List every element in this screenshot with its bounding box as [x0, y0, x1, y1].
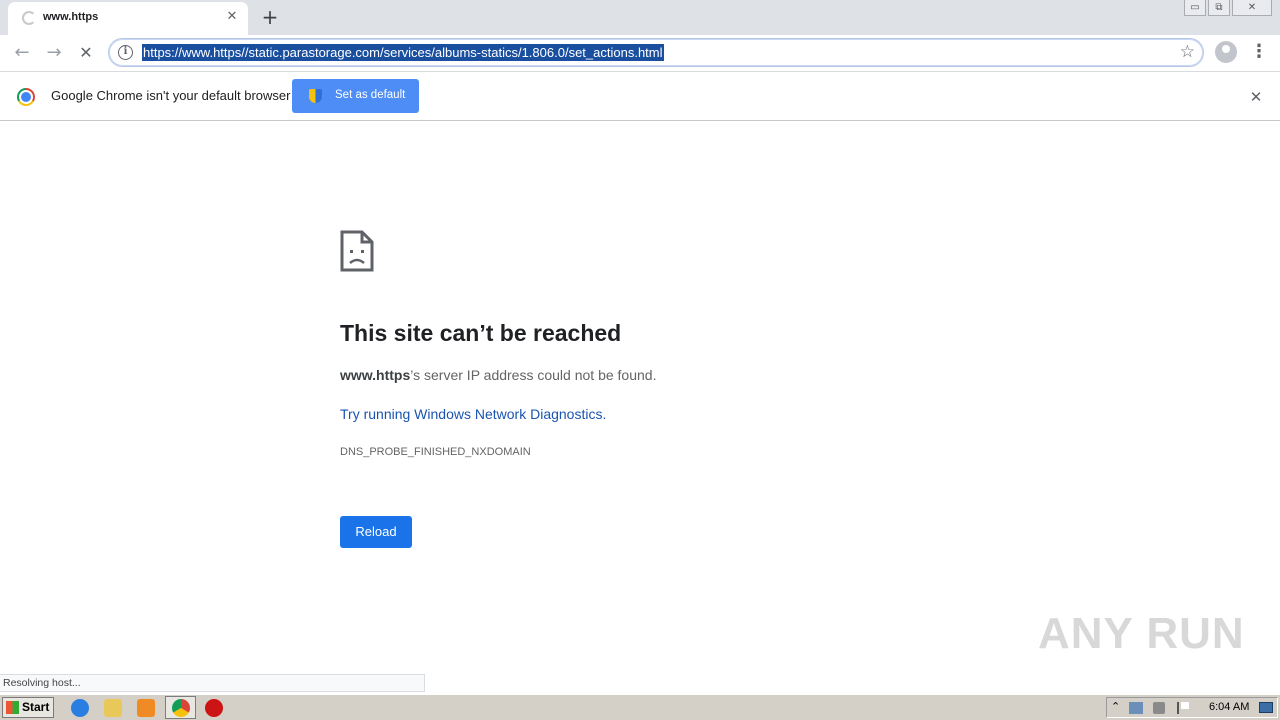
network-diagnostics-link[interactable]: Try running Windows Network Diagnostics. [340, 406, 606, 422]
minimize-button[interactable]: ▭ [1184, 0, 1206, 16]
set-as-default-button[interactable]: Set as default [292, 79, 419, 113]
start-label: Start [22, 700, 50, 714]
stop-loading-button[interactable]: ✕ [74, 41, 98, 65]
chrome-icon [172, 699, 190, 717]
address-bar[interactable]: i https://www.https//static.parastorage.… [108, 38, 1204, 67]
forward-button[interactable]: → [42, 41, 66, 65]
media-player-icon[interactable] [137, 699, 155, 717]
error-description-text: ’s server IP address could not be found. [410, 367, 657, 383]
toolbar: ← → ✕ i https://www.https//static.parast… [0, 35, 1280, 71]
tray-expand-icon[interactable]: ⌃ [1111, 700, 1120, 713]
loading-spinner-icon [22, 11, 36, 25]
chrome-taskbar-button[interactable] [165, 696, 196, 719]
windows-logo-icon [6, 701, 19, 714]
infobar-close-icon[interactable]: ✕ [1246, 87, 1266, 107]
set-as-default-label: Set as default [335, 89, 406, 101]
uac-shield-icon [309, 89, 322, 103]
tab-strip: www.https ✕ + ▭ ⧉ ✕ [0, 0, 1280, 35]
tab-title: www.https [43, 11, 99, 23]
profile-avatar-icon[interactable] [1215, 41, 1237, 63]
start-button[interactable]: Start [2, 697, 54, 718]
page-content: This site can’t be reached www.https’s s… [0, 121, 1280, 692]
network-icon[interactable] [1129, 702, 1143, 714]
back-button[interactable]: ← [10, 41, 34, 65]
opera-icon[interactable] [205, 699, 223, 717]
folder-icon[interactable] [104, 699, 122, 717]
bookmark-star-icon[interactable]: ☆ [1180, 42, 1195, 62]
tab-active[interactable]: www.https ✕ [8, 2, 248, 35]
tab-close-icon[interactable]: ✕ [224, 9, 240, 25]
new-tab-button[interactable]: + [259, 6, 281, 28]
error-code: DNS_PROBE_FINISHED_NXDOMAIN [340, 446, 531, 458]
volume-icon[interactable] [1153, 702, 1165, 714]
sad-page-icon [340, 230, 374, 272]
screen: www.https ✕ + ▭ ⧉ ✕ ← → ✕ i https://www.… [0, 0, 1280, 720]
anyrun-watermark: ANY RUN [1038, 609, 1245, 658]
infobar-message: Google Chrome isn't your default browser [51, 88, 291, 103]
default-browser-infobar: Google Chrome isn't your default browser… [0, 71, 1280, 121]
status-bubble: Resolving host... [0, 674, 425, 692]
site-info-icon[interactable]: i [118, 45, 133, 60]
chrome-logo-icon [17, 88, 35, 106]
reload-button[interactable]: Reload [340, 516, 412, 548]
chrome-menu-icon[interactable]: ⋮ [1250, 41, 1268, 65]
clock[interactable]: 6:04 AM [1209, 701, 1249, 713]
internet-explorer-icon[interactable] [71, 699, 89, 717]
show-desktop-icon[interactable] [1259, 702, 1273, 713]
taskbar: Start ⌃ 6:04 AM [0, 694, 1280, 720]
error-host: www.https [340, 367, 411, 383]
window-close-button[interactable]: ✕ [1232, 0, 1272, 16]
url-text-selected[interactable]: https://www.https//static.parastorage.co… [142, 44, 664, 61]
action-center-flag-icon[interactable] [1177, 702, 1189, 714]
system-tray: ⌃ [1106, 697, 1278, 718]
error-title: This site can’t be reached [340, 320, 622, 346]
error-description: www.https’s server IP address could not … [340, 367, 656, 383]
restore-button[interactable]: ⧉ [1208, 0, 1230, 16]
